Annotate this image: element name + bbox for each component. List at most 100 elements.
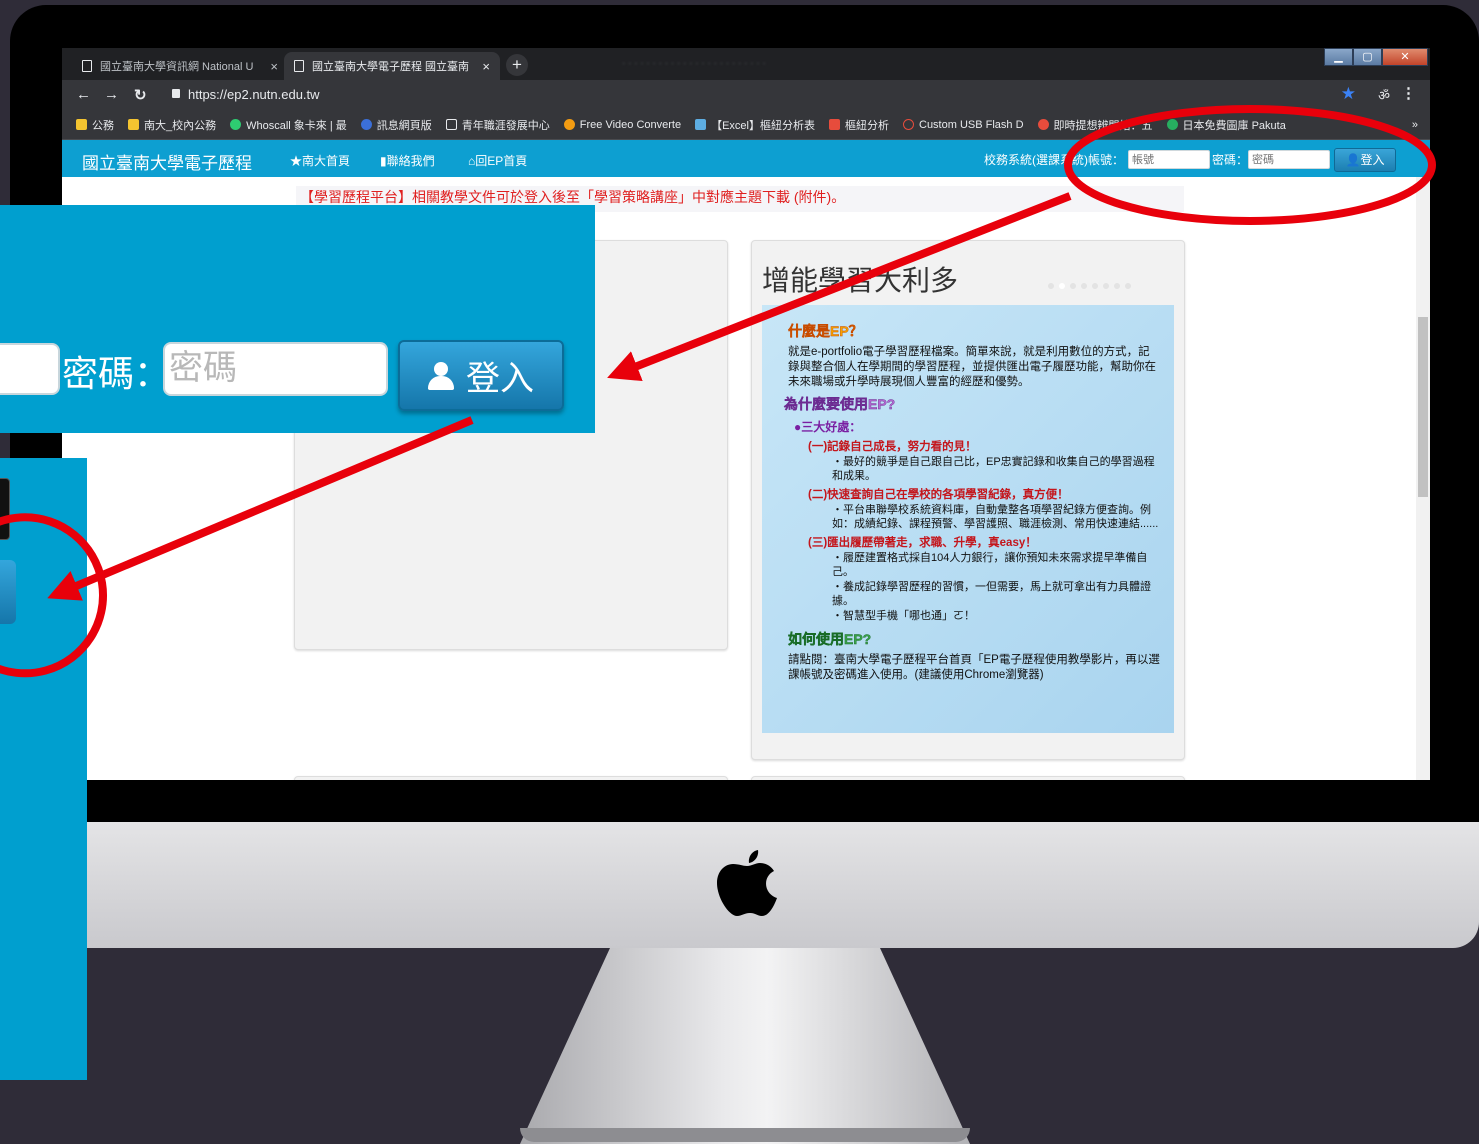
- lock-icon: [172, 89, 180, 98]
- zoom-login-button: 登入: [398, 340, 564, 411]
- carousel-dot[interactable]: [1114, 283, 1120, 289]
- bookmark-label: 樞紐分析: [845, 119, 889, 132]
- bookmark-item[interactable]: 樞紐分析: [829, 117, 889, 133]
- ep-info-panel: 增能學習大利多 什麼是EP？ 就是e-portfolio電子學習歷程檔案。簡單來…: [751, 240, 1185, 760]
- scrollbar-thumb[interactable]: [1418, 317, 1428, 497]
- zoom-account-input: [0, 343, 60, 395]
- carousel-indicators[interactable]: [1048, 283, 1131, 289]
- whoscall-icon: [230, 119, 242, 130]
- carousel-slide[interactable]: 什麼是EP？ 就是e-portfolio電子學習歷程檔案。簡單來說，就是利用數位…: [762, 305, 1174, 733]
- slide-subheading: (二)快速查詢自己在學校的各項學習紀錄，真方便！: [808, 489, 1069, 501]
- document-icon: [294, 60, 304, 72]
- bookmark-item[interactable]: 即時提想辨開始：五: [1037, 117, 1153, 133]
- zoom-dark-element: [0, 478, 10, 540]
- bookmark-label: 公務: [92, 119, 114, 132]
- bookmark-star-icon[interactable]: ★: [1341, 84, 1356, 104]
- bookmark-label: 【Excel】樞紐分析表: [711, 119, 815, 132]
- account-input[interactable]: [1128, 150, 1210, 169]
- bookmark-item[interactable]: Whoscall 象卡來 | 最: [230, 117, 347, 133]
- slide-subheading: (三)匯出履歷帶著走，求職、升學，真easy！: [808, 537, 1037, 549]
- minimize-icon[interactable]: ▁: [1324, 48, 1353, 66]
- slide-text: 就是e-portfolio電子學習歷程檔案。簡單來說，就是利用數位的方式，記錄與…: [788, 346, 1156, 388]
- user-icon: [428, 361, 454, 390]
- nav-contact[interactable]: ▮聯絡我們: [380, 152, 435, 169]
- bookmarks-bar: 公務 南大_校內公務 Whoscall 象卡來 | 最 訊息網頁版 青年職涯發展…: [62, 110, 1430, 140]
- carousel-dot[interactable]: [1059, 283, 1065, 289]
- bookmark-item[interactable]: 【Excel】樞紐分析表: [695, 117, 815, 133]
- panel-title: 增能學習大利多: [762, 264, 959, 297]
- address-bar[interactable]: https://ep2.nutn.edu.tw: [188, 87, 320, 102]
- bookmark-label: 日本免費圖庫 Pakuta: [1182, 119, 1286, 132]
- nav-ep-home[interactable]: ⌂回EP首頁: [468, 152, 527, 169]
- nav-ep-home-label: 回EP首頁: [475, 154, 528, 168]
- image-library-icon: [1166, 119, 1178, 130]
- imac-stand-base: [520, 1128, 970, 1142]
- bookmark-item[interactable]: 南大_校內公務: [128, 117, 216, 133]
- extension-icon[interactable]: ॐ: [1378, 86, 1390, 104]
- folder-icon: [128, 119, 139, 130]
- maximize-icon[interactable]: ▢: [1353, 48, 1382, 66]
- login-button[interactable]: 👤登入: [1334, 148, 1396, 172]
- zoom-callout-cropped: [0, 458, 87, 1080]
- slide-bullet: ●三大好處：: [794, 420, 862, 434]
- blurred-window-title: · · · · · · · · · · · · · · · · · · · · …: [622, 58, 766, 69]
- tab-nutn-info[interactable]: 國立臺南大學資訊網 National U ×: [72, 52, 288, 80]
- panel-lower-right: [751, 776, 1185, 780]
- zoom-password-input: 密碼: [163, 342, 388, 396]
- bookmark-item[interactable]: 訊息網頁版: [360, 117, 432, 133]
- s-site-icon: [1037, 119, 1049, 130]
- back-icon[interactable]: ←: [76, 86, 91, 103]
- folder-icon: [76, 119, 87, 130]
- slide-item: ‧養成記錄學習歷程的習慣，一但需要，馬上就可拿出有力具體證據。: [832, 581, 1151, 607]
- menu-icon[interactable]: ⋮: [1401, 84, 1416, 102]
- close-icon[interactable]: ×: [270, 59, 278, 74]
- carousel-dot[interactable]: [1070, 283, 1076, 289]
- bookmark-label: 南大_校內公務: [144, 119, 217, 132]
- slide-item: ‧平台串聯學校系統資料庫，自動彙整各項學習紀錄方便查詢。例如：成績紀錄、課程預警…: [832, 504, 1159, 530]
- bookmark-item[interactable]: 公務: [76, 117, 114, 133]
- bookmark-item[interactable]: Free Video Converte: [563, 119, 681, 131]
- more-bookmarks-icon[interactable]: »: [1412, 119, 1430, 131]
- zoom-login-label: 登入: [466, 359, 534, 399]
- bookmark-item[interactable]: 青年職涯發展中心: [445, 117, 550, 133]
- carousel-dot[interactable]: [1048, 283, 1054, 289]
- excel-site-icon: [695, 119, 707, 130]
- site-brand[interactable]: 國立臺南大學電子歷程: [82, 149, 252, 174]
- forward-icon[interactable]: →: [104, 86, 119, 103]
- site-navbar: 國立臺南大學電子歷程 ★南大首頁 ▮聯絡我們 ⌂回EP首頁 校務系統(選課系統)…: [62, 140, 1430, 177]
- carousel-dot[interactable]: [1092, 283, 1098, 289]
- slide-subheading: (一)記錄自己成長，努力看的見！: [808, 441, 977, 453]
- close-icon[interactable]: ×: [482, 59, 490, 74]
- carousel-dot[interactable]: [1125, 283, 1131, 289]
- zoom-password-label: 密碼：: [62, 354, 171, 395]
- nav-nutn-home[interactable]: ★南大首頁: [290, 152, 350, 169]
- tab-title: 國立臺南大學電子歷程 國立臺南: [312, 61, 470, 73]
- slide-heading: 如何使用EP?: [788, 631, 872, 647]
- tab-title: 國立臺南大學資訊網 National U: [100, 61, 254, 73]
- slide-item: ‧履歷建置格式採自104人力銀行，讓你預知未來需求提早準備自己。: [832, 552, 1148, 578]
- bookmark-item[interactable]: Custom USB Flash D: [903, 119, 1024, 131]
- password-input[interactable]: [1248, 150, 1330, 169]
- password-label: 密碼：: [1212, 153, 1249, 167]
- bookmark-flag-icon: ▮: [380, 154, 387, 168]
- window-close-icon[interactable]: ✕: [1382, 48, 1428, 66]
- carousel-dot[interactable]: [1081, 283, 1087, 289]
- document-icon: [82, 60, 92, 72]
- apple-logo-icon: [717, 850, 777, 916]
- nav-contact-label: 聯絡我們: [386, 154, 435, 168]
- slide-item: ‧最好的競爭是自己跟自己比，EP忠實記錄和收集自己的學習過程和成果。: [832, 456, 1155, 482]
- bookmark-item[interactable]: 日本免費圖庫 Pakuta: [1166, 117, 1286, 133]
- page-scrollbar[interactable]: [1416, 177, 1430, 780]
- new-tab-button[interactable]: +: [506, 54, 528, 76]
- video-converter-icon: [563, 119, 575, 130]
- panel-lower-left: [294, 776, 728, 780]
- power-icon: [903, 119, 914, 130]
- bookmark-label: 青年職涯發展中心: [461, 119, 550, 132]
- message-icon: [360, 119, 372, 130]
- tab-nutn-ep[interactable]: 國立臺南大學電子歷程 國立臺南 ×: [284, 52, 500, 80]
- slide-item: ‧智慧型手機「哪也通」ㄛ！: [832, 610, 975, 622]
- reload-icon[interactable]: ↻: [134, 86, 147, 104]
- window-controls: ▁ ▢ ✕: [1324, 48, 1428, 66]
- carousel-dot[interactable]: [1103, 283, 1109, 289]
- bookmark-label: 訊息網頁版: [376, 119, 432, 132]
